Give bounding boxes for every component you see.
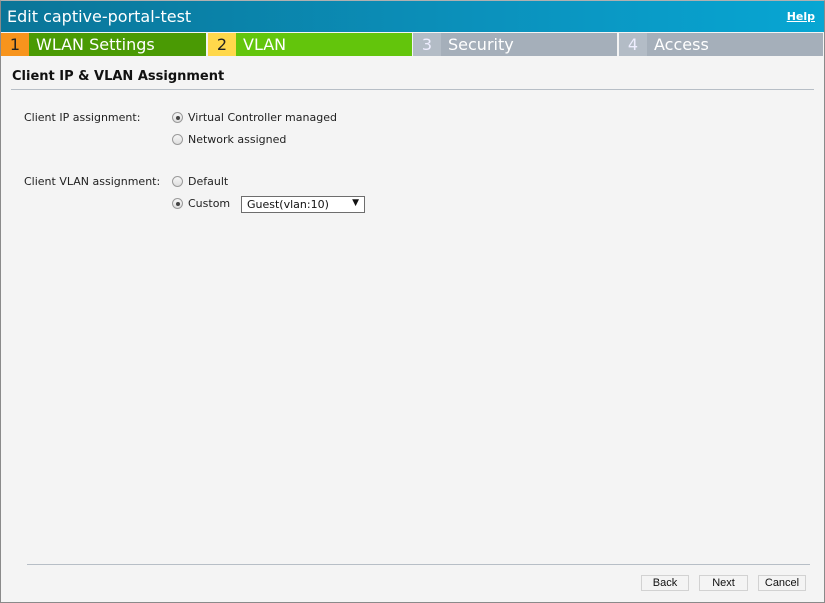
step-number: 3: [413, 33, 441, 56]
radio-default[interactable]: Default: [172, 175, 228, 188]
radio-checked-icon[interactable]: [172, 112, 183, 123]
radio-network-assigned[interactable]: Network assigned: [172, 133, 286, 146]
edit-wlan-dialog: Edit captive-portal-test Help 1 WLAN Set…: [0, 0, 825, 603]
step-label: VLAN: [236, 33, 412, 56]
radio-virtual-controller-managed[interactable]: Virtual Controller managed: [172, 111, 337, 124]
radio-unchecked-icon[interactable]: [172, 134, 183, 145]
step-number: 4: [619, 33, 647, 56]
radio-label: Custom: [188, 197, 231, 210]
cancel-button[interactable]: Cancel: [758, 575, 806, 591]
custom-vlan-select[interactable]: Guest(vlan:10) ▼: [241, 196, 365, 213]
radio-unchecked-icon[interactable]: [172, 176, 183, 187]
step-number: 2: [208, 33, 236, 56]
section-title: Client IP & VLAN Assignment: [12, 69, 225, 84]
help-link[interactable]: Help: [787, 10, 815, 23]
footer-divider: [27, 564, 810, 565]
step-number: 1: [1, 33, 29, 56]
radio-label: Virtual Controller managed: [188, 111, 337, 124]
dialog-title: Edit captive-portal-test: [7, 7, 192, 26]
client-ip-label: Client IP assignment:: [24, 111, 141, 124]
step-label: WLAN Settings: [29, 33, 206, 56]
select-value: Guest(vlan:10): [247, 198, 329, 211]
back-button[interactable]: Back: [641, 575, 689, 591]
client-vlan-label: Client VLAN assignment:: [24, 175, 161, 188]
step-wlan-settings[interactable]: 1 WLAN Settings: [1, 33, 206, 56]
dialog-titlebar: Edit captive-portal-test Help: [1, 1, 824, 32]
step-vlan[interactable]: 2 VLAN: [208, 33, 412, 56]
radio-checked-icon[interactable]: [172, 198, 183, 209]
wizard-steps: 1 WLAN Settings 2 VLAN 3 Security 4 Acce…: [1, 33, 824, 56]
radio-label: Network assigned: [188, 133, 287, 146]
next-button[interactable]: Next: [699, 575, 748, 591]
section-divider: [11, 89, 814, 90]
radio-custom[interactable]: Custom: [172, 197, 230, 210]
step-security[interactable]: 3 Security: [413, 33, 617, 56]
radio-label: Default: [188, 175, 229, 188]
dropdown-arrow-icon[interactable]: ▼: [352, 198, 359, 208]
step-label: Security: [441, 33, 617, 56]
step-access[interactable]: 4 Access: [619, 33, 823, 56]
step-label: Access: [647, 33, 823, 56]
